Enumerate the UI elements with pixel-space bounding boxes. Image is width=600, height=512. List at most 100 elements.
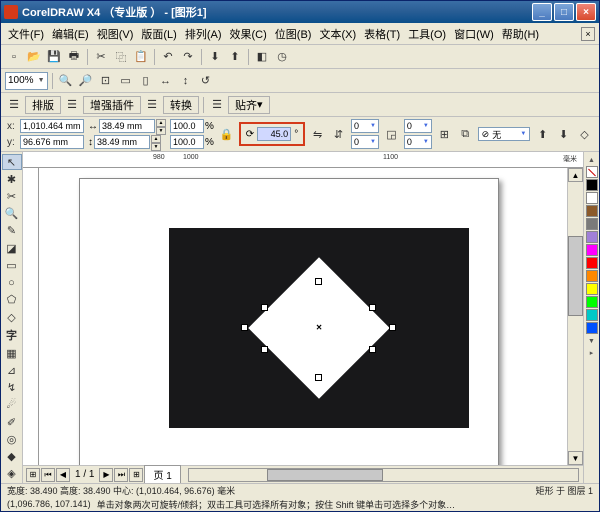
first-page-button[interactable]: ⏮ bbox=[41, 468, 55, 482]
dockers-icon[interactable]: ☰ bbox=[5, 96, 23, 114]
horizontal-ruler[interactable]: 980 1000 1100 毫米 bbox=[23, 152, 583, 168]
dockers-icon-2[interactable]: ☰ bbox=[63, 96, 81, 114]
welcome-icon[interactable]: ◷ bbox=[273, 48, 291, 66]
zoom-tool[interactable]: 🔍 bbox=[2, 206, 22, 222]
convert-curves-icon[interactable]: ◇ bbox=[576, 125, 593, 143]
horizontal-scrollbar[interactable] bbox=[188, 468, 579, 482]
zoom-selection-icon[interactable]: ⊡ bbox=[97, 72, 115, 90]
import-icon[interactable]: ⬇ bbox=[206, 48, 224, 66]
table-tool[interactable]: ▦ bbox=[2, 345, 22, 361]
color-swatch[interactable] bbox=[586, 257, 598, 269]
fill-tool[interactable]: ◆ bbox=[2, 449, 22, 465]
rotation-input[interactable] bbox=[257, 127, 291, 141]
color-swatch[interactable] bbox=[586, 283, 598, 295]
transform-button[interactable]: 转换 bbox=[163, 96, 199, 114]
scale-y-input[interactable] bbox=[170, 135, 204, 149]
width-spinner[interactable]: ▲▼ bbox=[156, 119, 166, 133]
selection-handle[interactable] bbox=[315, 278, 322, 285]
dockers-icon-4[interactable]: ☰ bbox=[208, 96, 226, 114]
menu-effects[interactable]: 效果(C) bbox=[226, 24, 271, 44]
prev-page-button[interactable]: ◀ bbox=[56, 468, 70, 482]
vertical-scrollbar[interactable]: ▲ ▼ bbox=[567, 168, 583, 465]
no-fill-swatch[interactable] bbox=[586, 166, 598, 178]
scroll-down-button[interactable]: ▼ bbox=[568, 451, 583, 465]
zoom-height-icon[interactable]: ↕ bbox=[177, 72, 195, 90]
width-input[interactable] bbox=[99, 119, 155, 133]
skew-y-input[interactable]: 0▼ bbox=[351, 135, 379, 149]
hscroll-thumb[interactable] bbox=[267, 469, 384, 481]
zoom-all-icon[interactable]: ▭ bbox=[117, 72, 135, 90]
color-swatch[interactable] bbox=[586, 309, 598, 321]
last-page-button[interactable]: ⏭ bbox=[114, 468, 128, 482]
color-swatch[interactable] bbox=[586, 231, 598, 243]
cut-icon[interactable]: ✂ bbox=[92, 48, 110, 66]
menu-bitmap[interactable]: 位图(B) bbox=[271, 24, 316, 44]
outline-tool[interactable]: ◎ bbox=[2, 431, 22, 447]
selection-handle[interactable] bbox=[241, 324, 248, 331]
menu-file[interactable]: 文件(F) bbox=[4, 24, 48, 44]
color-swatch[interactable] bbox=[586, 179, 598, 191]
menu-edit[interactable]: 编辑(E) bbox=[48, 24, 93, 44]
app-launcher-icon[interactable]: ◧ bbox=[253, 48, 271, 66]
menu-tools[interactable]: 工具(O) bbox=[404, 24, 450, 44]
height-spinner[interactable]: ▲▼ bbox=[151, 135, 161, 149]
save-icon[interactable]: 💾 bbox=[45, 48, 63, 66]
zoom-page-icon[interactable]: ▯ bbox=[137, 72, 155, 90]
minimize-button[interactable]: _ bbox=[532, 3, 552, 21]
selection-handle[interactable] bbox=[315, 374, 322, 381]
color-swatch[interactable] bbox=[586, 218, 598, 230]
mirror-v-icon[interactable]: ⇵ bbox=[330, 125, 347, 143]
add-page-after-button[interactable]: ⊞ bbox=[129, 468, 143, 482]
scroll-up-button[interactable]: ▲ bbox=[568, 168, 583, 182]
dimension-tool[interactable]: ⊿ bbox=[2, 362, 22, 378]
menu-text[interactable]: 文本(X) bbox=[315, 24, 360, 44]
menu-view[interactable]: 视图(V) bbox=[93, 24, 138, 44]
to-front-icon[interactable]: ⬆ bbox=[534, 125, 551, 143]
paste-icon[interactable]: 📋 bbox=[132, 48, 150, 66]
round-corners-together-icon[interactable]: ⊞ bbox=[436, 125, 453, 143]
page-tab[interactable]: 页 1 bbox=[144, 465, 180, 483]
undo-icon[interactable]: ↶ bbox=[159, 48, 177, 66]
add-page-button[interactable]: ⊞ bbox=[26, 468, 40, 482]
selection-handle[interactable] bbox=[369, 346, 376, 353]
print-icon[interactable]: 🖶 bbox=[65, 48, 83, 66]
connector-tool[interactable]: ↯ bbox=[2, 380, 22, 396]
selection-handle[interactable] bbox=[389, 324, 396, 331]
maximize-button[interactable]: □ bbox=[554, 3, 574, 21]
export-icon[interactable]: ⬆ bbox=[226, 48, 244, 66]
color-swatch[interactable] bbox=[586, 322, 598, 334]
menu-arrange[interactable]: 排列(A) bbox=[181, 24, 226, 44]
mirror-h-icon[interactable]: ⇋ bbox=[309, 125, 326, 143]
smart-fill-tool[interactable]: ◪ bbox=[2, 240, 22, 256]
skew-x-input[interactable]: 0▼ bbox=[351, 119, 379, 133]
zoom-out-icon[interactable]: 🔎 bbox=[77, 72, 95, 90]
redo-icon[interactable]: ↷ bbox=[179, 48, 197, 66]
color-swatch[interactable] bbox=[586, 270, 598, 282]
zoom-width-icon[interactable]: ↔ bbox=[157, 72, 175, 90]
polygon-tool[interactable]: ⬠ bbox=[2, 292, 22, 308]
scale-x-input[interactable] bbox=[170, 119, 204, 133]
selection-handle[interactable] bbox=[369, 304, 376, 311]
interactive-tool[interactable]: ☄ bbox=[2, 397, 22, 413]
menu-layout[interactable]: 版面(L) bbox=[137, 24, 180, 44]
height-input[interactable] bbox=[94, 135, 150, 149]
color-swatch[interactable] bbox=[586, 205, 598, 217]
document-close-icon[interactable]: × bbox=[581, 27, 595, 41]
eyedropper-tool[interactable]: ✐ bbox=[2, 414, 22, 430]
corner-y-input[interactable]: 0▼ bbox=[404, 135, 432, 149]
menu-help[interactable]: 帮助(H) bbox=[498, 24, 543, 44]
canvas[interactable]: × bbox=[39, 168, 567, 465]
color-swatch[interactable] bbox=[586, 192, 598, 204]
selection-handle[interactable] bbox=[261, 346, 268, 353]
shape-tool[interactable]: ✱ bbox=[2, 171, 22, 187]
zoom-level-combo[interactable]: 100% ▼ bbox=[5, 72, 48, 90]
new-icon[interactable]: ▫ bbox=[5, 48, 23, 66]
to-back-icon[interactable]: ⬇ bbox=[555, 125, 572, 143]
zoom-previous-icon[interactable]: ↺ bbox=[197, 72, 215, 90]
lock-ratio-icon[interactable]: 🔒 bbox=[218, 125, 235, 143]
vscroll-thumb[interactable] bbox=[568, 236, 583, 317]
menu-table[interactable]: 表格(T) bbox=[360, 24, 404, 44]
close-button[interactable]: × bbox=[576, 3, 596, 21]
freehand-tool[interactable]: ✎ bbox=[2, 223, 22, 239]
y-position-input[interactable] bbox=[20, 135, 84, 149]
